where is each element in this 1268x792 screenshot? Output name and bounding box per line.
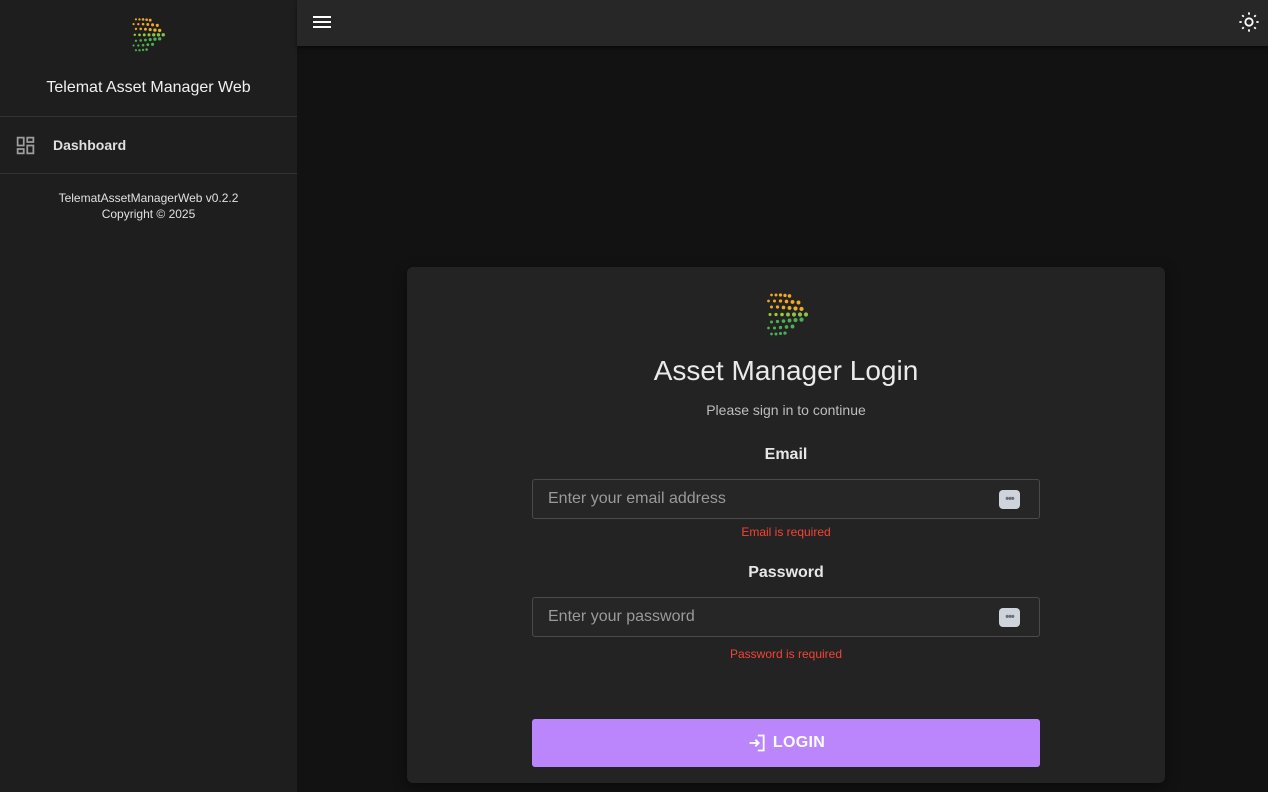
hamburger-menu-icon[interactable] (311, 12, 333, 32)
login-subtitle: Please sign in to continue (706, 402, 866, 418)
version-text: TelematAssetManagerWeb v0.2.2 (58, 191, 239, 205)
sidebar-item-label: Dashboard (53, 137, 127, 153)
app-title: Telemat Asset Manager Web (46, 79, 251, 96)
telemat-logo-icon (767, 293, 809, 336)
email-field-container: ••• (532, 479, 1040, 519)
login-title: Asset Manager Login (653, 355, 919, 386)
login-icon (749, 734, 765, 752)
login-button-label: LOGIN (772, 734, 826, 751)
email-error: Email is required (741, 525, 831, 539)
dashboard-icon (16, 136, 35, 154)
login-button[interactable]: LOGIN (532, 719, 1040, 767)
password-field[interactable] (533, 608, 999, 626)
password-manager-icon[interactable]: ••• (999, 607, 1020, 627)
sidebar: Telemat Asset Manager Web Dashboard Tele… (0, 0, 297, 792)
password-field-container: ••• (532, 597, 1040, 637)
email-label: Email (764, 446, 808, 463)
password-label: Password (748, 564, 824, 581)
telemat-logo-icon (131, 18, 165, 52)
copyright-text: Copyright © 2025 (101, 207, 196, 221)
top-app-bar (297, 0, 1268, 46)
login-card: Asset Manager Login Please sign in to co… (407, 267, 1165, 783)
email-field[interactable] (533, 490, 999, 508)
sidebar-item-dashboard[interactable]: Dashboard (0, 117, 297, 174)
version-info: TelematAssetManagerWeb v0.2.2 Copyright … (0, 190, 297, 222)
password-error: Password is required (729, 647, 843, 661)
password-manager-icon[interactable]: ••• (999, 489, 1020, 509)
brightness-icon[interactable] (1238, 11, 1260, 33)
sidebar-header: Telemat Asset Manager Web (0, 0, 297, 117)
